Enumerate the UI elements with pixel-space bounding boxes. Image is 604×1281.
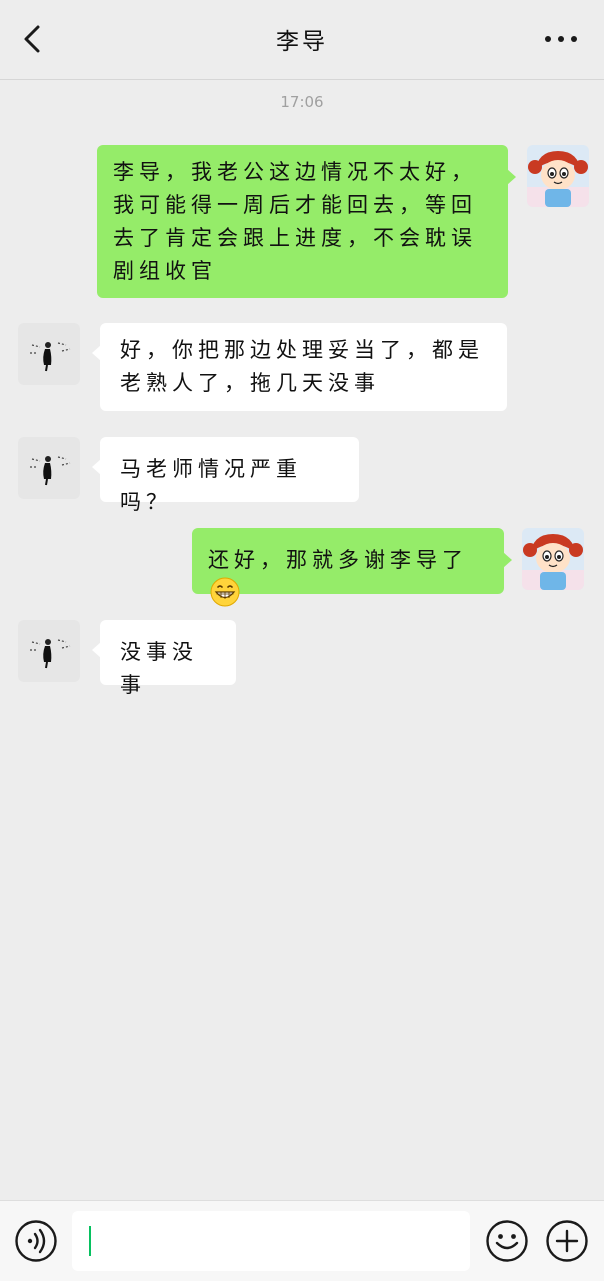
voice-button[interactable] (14, 1219, 58, 1263)
text-cursor (89, 1226, 91, 1256)
message-input[interactable] (72, 1211, 470, 1271)
my-avatar[interactable] (522, 528, 584, 590)
message-bubble-received[interactable]: 好，你把那边处理妥当了，都是老熟人了，拖几天没事 (92, 323, 507, 411)
emoji-button[interactable] (485, 1219, 529, 1263)
cartoon-girl-avatar-icon (527, 145, 589, 207)
plus-icon (546, 1220, 588, 1262)
more-button[interactable] (542, 24, 582, 54)
my-avatar[interactable] (527, 145, 589, 207)
plus-button[interactable] (545, 1219, 589, 1263)
message-timestamp: 17:06 (280, 93, 324, 111)
input-bar (0, 1200, 604, 1281)
more-dots-icon (545, 36, 577, 42)
grinning-face-emoji (210, 577, 240, 607)
message-bubble-sent[interactable]: 还好，那就多谢李导了 (192, 528, 512, 607)
sketch-figure-avatar-icon (18, 620, 80, 682)
cartoon-girl-avatar-icon (522, 528, 584, 590)
sketch-figure-avatar-icon (18, 323, 80, 385)
sketch-figure-avatar-icon (18, 437, 80, 499)
message-text: 没事没事 (120, 640, 198, 697)
message-bubble-received[interactable]: 马老师情况严重吗？ (92, 437, 359, 514)
message-bubble-received[interactable]: 没事没事 (92, 620, 236, 697)
voice-icon (15, 1220, 57, 1262)
chat-title: 李导 (276, 29, 328, 55)
chat-header: 李导 (0, 0, 604, 80)
message-text: 马老师情况严重吗？ (120, 457, 302, 514)
message-text: 还好，那就多谢李导了 (208, 548, 468, 572)
message-text: 好，你把那边处理妥当了，都是老熟人了，拖几天没事 (120, 338, 484, 395)
contact-avatar[interactable] (18, 437, 80, 499)
message-bubble-sent[interactable]: 李导，我老公这边情况不太好，我可能得一周后才能回去，等回去了肯定会跟上进度，不会… (97, 145, 516, 298)
message-text: 李导，我老公这边情况不太好，我可能得一周后才能回去，等回去了肯定会跟上进度，不会… (113, 160, 477, 283)
emoji-icon (486, 1220, 528, 1262)
contact-avatar[interactable] (18, 323, 80, 385)
contact-avatar[interactable] (18, 620, 80, 682)
